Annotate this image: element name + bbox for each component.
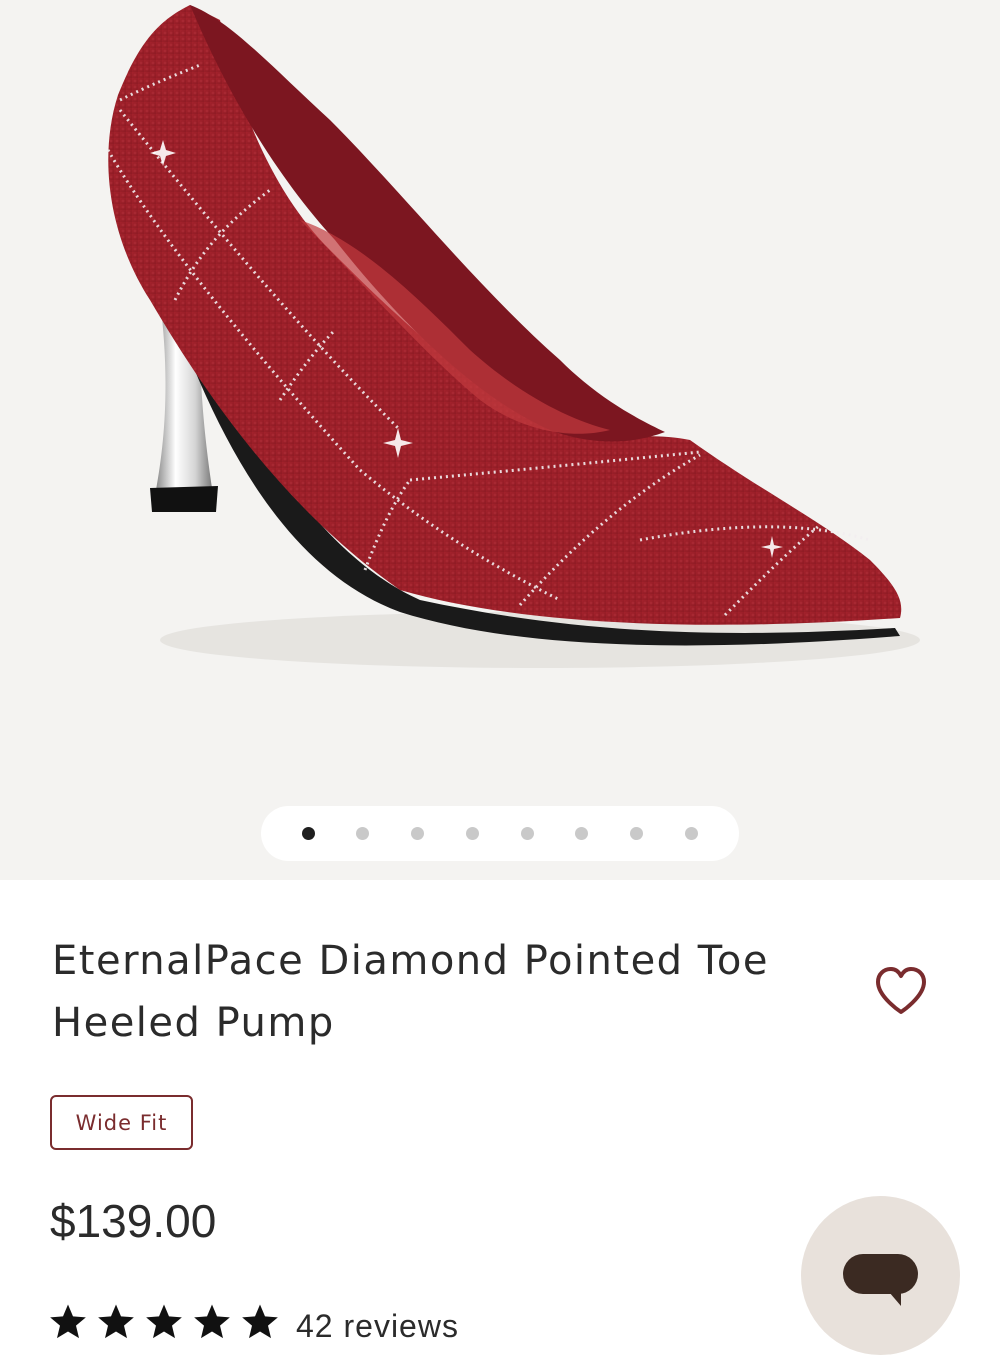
heart-outline-icon (876, 967, 926, 1014)
gallery-pagination (261, 806, 739, 861)
product-price: $139.00 (50, 1195, 217, 1247)
gallery-dot-5[interactable] (521, 827, 534, 840)
rating-stars (48, 1302, 288, 1346)
gallery-dot-1[interactable] (302, 827, 315, 840)
reviews-count-link[interactable]: 42 reviews (296, 1308, 459, 1345)
chat-bubble-icon (843, 1254, 918, 1306)
gallery-dot-7[interactable] (630, 827, 643, 840)
gallery-dot-2[interactable] (356, 827, 369, 840)
product-title: EternalPace Diamond Pointed Toe Heeled P… (52, 938, 770, 1046)
star-filled-icon (98, 1304, 134, 1339)
gallery-dot-6[interactable] (575, 827, 588, 840)
product-image-gallery[interactable] (0, 0, 1000, 880)
gallery-dot-4[interactable] (466, 827, 479, 840)
gallery-dot-8[interactable] (685, 827, 698, 840)
wishlist-button[interactable] (872, 962, 930, 1020)
product-image (106, 5, 920, 668)
star-filled-icon (146, 1304, 182, 1339)
fit-badge: Wide Fit (50, 1095, 193, 1150)
star-filled-icon (242, 1304, 278, 1339)
star-filled-icon (50, 1304, 86, 1339)
gallery-dot-3[interactable] (411, 827, 424, 840)
chat-button[interactable] (801, 1196, 960, 1355)
star-filled-icon (194, 1304, 230, 1339)
